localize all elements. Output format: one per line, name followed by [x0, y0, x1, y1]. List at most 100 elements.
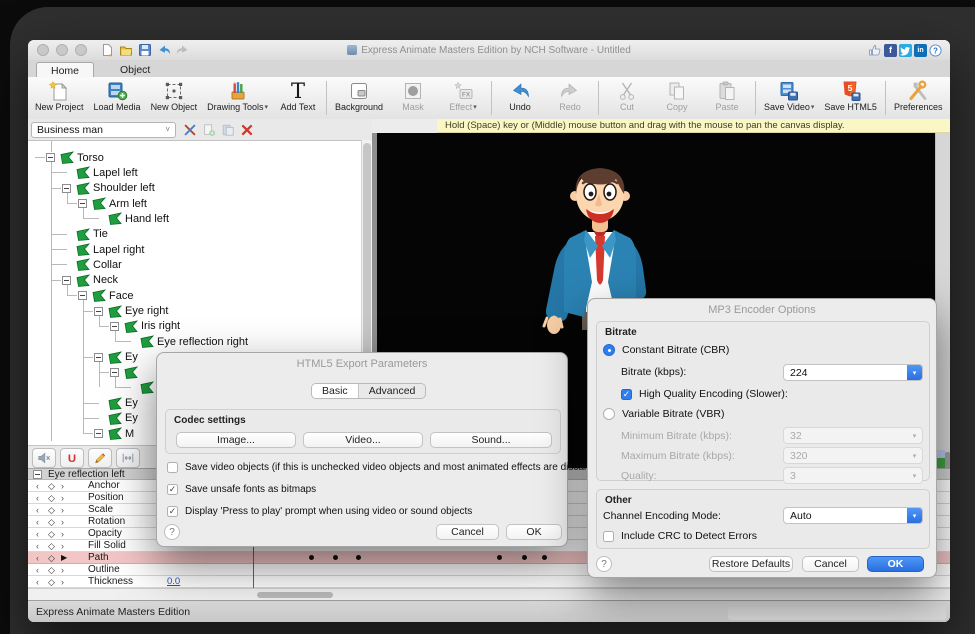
- next-keyframe-button[interactable]: ›: [61, 516, 64, 528]
- duplicate-button[interactable]: [200, 122, 217, 138]
- prev-keyframe-button[interactable]: ‹: [36, 576, 39, 588]
- undo-small-icon[interactable]: [156, 43, 171, 58]
- prev-keyframe-button[interactable]: ‹: [36, 480, 39, 492]
- tree-item-iris-right[interactable]: Iris right: [28, 319, 361, 334]
- tree-collapse-box[interactable]: [62, 276, 71, 285]
- toolbar-button-load-media[interactable]: Load Media: [89, 77, 146, 119]
- keyframe-dot[interactable]: [309, 555, 314, 560]
- tree-collapse-box[interactable]: [110, 322, 119, 331]
- paste-object-button[interactable]: [219, 122, 236, 138]
- tree-item-neck[interactable]: Neck: [28, 273, 361, 288]
- window-zoom-button[interactable]: [75, 44, 87, 56]
- tab-home[interactable]: Home: [36, 62, 94, 78]
- add-keyframe-button[interactable]: ◇: [48, 540, 55, 552]
- timeline-hscrollbar[interactable]: [28, 588, 950, 600]
- tree-item-eye-right[interactable]: Eye right: [28, 304, 361, 319]
- redo-small-icon[interactable]: [175, 43, 190, 58]
- tree-collapse-box[interactable]: [46, 153, 55, 162]
- tree-collapse-box[interactable]: [78, 199, 87, 208]
- add-keyframe-button[interactable]: ◇: [48, 480, 55, 492]
- prev-keyframe-button[interactable]: ‹: [36, 528, 39, 540]
- tree-collapse-box[interactable]: [94, 429, 103, 438]
- tree-item-lapel-left[interactable]: Lapel left: [28, 165, 361, 180]
- next-keyframe-button[interactable]: ›: [61, 576, 64, 588]
- cbr-radio[interactable]: [603, 344, 615, 356]
- toolbar-button-save-html5[interactable]: 5Save HTML5: [819, 77, 882, 119]
- tree-item-tie[interactable]: Tie: [28, 227, 361, 242]
- save-video-objects-checkbox[interactable]: [167, 462, 178, 473]
- ok-button[interactable]: OK: [506, 524, 562, 540]
- add-keyframe-button[interactable]: ◇: [48, 552, 55, 564]
- tree-collapse-box[interactable]: [94, 307, 103, 316]
- add-keyframe-button[interactable]: ◇: [48, 492, 55, 504]
- tree-item-lapel-right[interactable]: Lapel right: [28, 242, 361, 257]
- sound-codec-button[interactable]: Sound...: [430, 432, 552, 448]
- tree-collapse-box[interactable]: [110, 368, 119, 377]
- audio-mute-button[interactable]: [32, 448, 56, 468]
- next-keyframe-button[interactable]: ›: [61, 480, 64, 492]
- tab-object[interactable]: Object: [106, 62, 164, 77]
- vbr-radio[interactable]: [603, 408, 615, 420]
- tree-item-face[interactable]: Face: [28, 288, 361, 303]
- thickness-value[interactable]: 0.0: [167, 576, 180, 587]
- object-selector[interactable]: Business man ˅: [31, 122, 176, 138]
- next-keyframe-button[interactable]: ›: [61, 528, 64, 540]
- collapse-box[interactable]: [33, 470, 42, 479]
- prev-keyframe-button[interactable]: ‹: [36, 504, 39, 516]
- save-icon[interactable]: [137, 43, 152, 58]
- facebook-icon[interactable]: f: [884, 44, 897, 57]
- keyframe-dot[interactable]: [356, 555, 361, 560]
- press-to-play-checkbox[interactable]: ✓: [167, 506, 178, 517]
- thumbs-up-icon[interactable]: [868, 43, 882, 57]
- twitter-icon[interactable]: [899, 44, 912, 57]
- add-keyframe-button[interactable]: ◇: [48, 516, 55, 528]
- crc-checkbox[interactable]: [603, 531, 614, 542]
- bitrate-select[interactable]: 224 ▾: [783, 364, 923, 381]
- tree-collapse-box[interactable]: [62, 184, 71, 193]
- tree-item-collar[interactable]: Collar: [28, 257, 361, 272]
- prev-keyframe-button[interactable]: ‹: [36, 492, 39, 504]
- next-keyframe-button[interactable]: ›: [61, 540, 64, 552]
- new-file-icon[interactable]: [99, 43, 114, 58]
- tree-item-eye-reflection-right[interactable]: Eye reflection right: [28, 334, 361, 349]
- keyframe-dot[interactable]: [333, 555, 338, 560]
- delete-button[interactable]: [238, 122, 255, 138]
- draw-tool-button[interactable]: [88, 448, 112, 468]
- toolbar-button-new-object[interactable]: New Object: [146, 77, 203, 119]
- toolbar-button-undo[interactable]: Undo: [495, 77, 545, 119]
- keyframe-dot[interactable]: [542, 555, 547, 560]
- fit-width-button[interactable]: [116, 448, 140, 468]
- add-keyframe-button[interactable]: ◇: [48, 528, 55, 540]
- next-keyframe-button[interactable]: ›: [61, 492, 64, 504]
- add-keyframe-button[interactable]: ◇: [48, 564, 55, 576]
- toolbar-button-background[interactable]: Background: [330, 77, 388, 119]
- prev-keyframe-button[interactable]: ‹: [36, 552, 39, 564]
- prev-keyframe-button[interactable]: ‹: [36, 564, 39, 576]
- u-tool-button[interactable]: U: [60, 448, 84, 468]
- tree-item-hand-left[interactable]: Hand left: [28, 211, 361, 226]
- save-unsafe-fonts-checkbox[interactable]: ✓: [167, 484, 178, 495]
- tree-item-arm-left[interactable]: Arm left: [28, 196, 361, 211]
- next-keyframe-button[interactable]: ▶: [61, 552, 67, 564]
- toolbar-button-drawing-tools[interactable]: Drawing Tools▾: [202, 77, 273, 119]
- tab-advanced[interactable]: Advanced: [358, 384, 426, 398]
- cancel-button[interactable]: Cancel: [436, 524, 499, 540]
- prev-keyframe-button[interactable]: ‹: [36, 540, 39, 552]
- window-minimize-button[interactable]: [56, 44, 68, 56]
- toolbar-button-new-project[interactable]: New Project: [30, 77, 89, 119]
- edit-tools-button[interactable]: [181, 122, 198, 138]
- next-keyframe-button[interactable]: ›: [61, 504, 64, 516]
- hq-encoding-checkbox[interactable]: ✓: [621, 389, 632, 400]
- help-button[interactable]: ?: [164, 524, 180, 540]
- keyframe-dot[interactable]: [497, 555, 502, 560]
- linkedin-icon[interactable]: in: [914, 44, 927, 57]
- add-keyframe-button[interactable]: ◇: [48, 576, 55, 588]
- tree-item-torso[interactable]: Torso: [28, 150, 361, 165]
- tree-collapse-box[interactable]: [94, 353, 103, 362]
- toolbar-button-add-text[interactable]: TAdd Text: [273, 77, 323, 119]
- channel-mode-select[interactable]: Auto ▾: [783, 507, 923, 524]
- keyframe-dot[interactable]: [522, 555, 527, 560]
- restore-defaults-button[interactable]: Restore Defaults: [709, 556, 793, 572]
- video-codec-button[interactable]: Video...: [303, 432, 423, 448]
- tree-item-shoulder-left[interactable]: Shoulder left: [28, 181, 361, 196]
